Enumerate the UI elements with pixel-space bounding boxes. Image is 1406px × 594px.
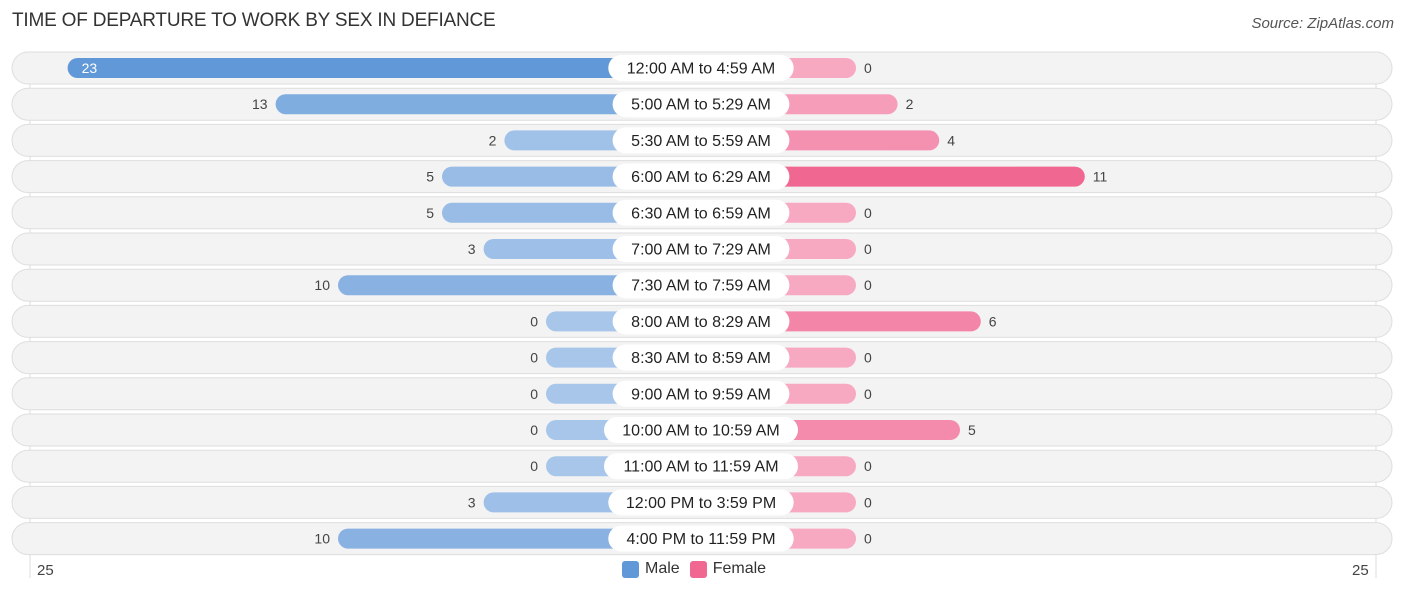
value-label-male: 13 <box>252 96 268 112</box>
row-4: 5 0 6:30 AM to 6:59 AM <box>11 196 1393 230</box>
row-10: 0 5 10:00 AM to 10:59 AM <box>11 413 1393 447</box>
value-label-female: 0 <box>864 494 872 510</box>
value-label-female: 0 <box>864 531 872 547</box>
value-label-male: 10 <box>314 277 330 293</box>
legend-item-female[interactable]: Female <box>689 560 767 578</box>
category-label: 7:00 AM to 7:29 AM <box>631 242 771 259</box>
value-label-female: 0 <box>864 277 872 293</box>
value-label-male: 0 <box>530 313 538 329</box>
value-label-female: 0 <box>864 60 872 76</box>
bar-male <box>67 58 702 78</box>
value-label-male: 0 <box>530 422 538 438</box>
legend: Male Female <box>622 560 776 578</box>
value-label-female: 0 <box>864 350 872 366</box>
category-label: 12:00 PM to 3:59 PM <box>626 495 776 512</box>
row-2: 2 4 5:30 AM to 5:59 AM <box>11 123 1393 157</box>
category-label: 11:00 AM to 11:59 AM <box>623 459 778 476</box>
row-5: 3 0 7:00 AM to 7:29 AM <box>11 232 1393 266</box>
category-label: 6:00 AM to 6:29 AM <box>631 169 771 186</box>
value-label-female: 0 <box>864 458 872 474</box>
category-label: 8:00 AM to 8:29 AM <box>631 314 771 331</box>
row-7: 0 6 8:00 AM to 8:29 AM <box>11 304 1393 338</box>
value-label-male: 0 <box>530 458 538 474</box>
row-9: 0 0 9:00 AM to 9:59 AM <box>11 377 1393 411</box>
category-label: 7:30 AM to 7:59 AM <box>631 278 771 295</box>
value-label-female: 4 <box>947 132 955 148</box>
value-label-female: 0 <box>864 205 872 221</box>
value-label-female: 6 <box>989 313 997 329</box>
legend-label-male: Male <box>645 560 680 577</box>
value-label-female: 0 <box>864 241 872 257</box>
category-label: 8:30 AM to 8:59 AM <box>631 350 771 367</box>
category-label: 12:00 AM to 4:59 AM <box>627 61 776 78</box>
row-11: 0 0 11:00 AM to 11:59 AM <box>11 449 1393 483</box>
category-label: 9:00 AM to 9:59 AM <box>631 386 771 403</box>
value-label-male: 3 <box>468 241 476 257</box>
row-8: 0 0 8:30 AM to 8:59 AM <box>11 341 1393 375</box>
category-label: 4:00 PM to 11:59 PM <box>626 531 775 548</box>
row-3: 5 11 6:00 AM to 6:29 AM <box>11 160 1393 194</box>
value-label-female: 2 <box>906 96 914 112</box>
value-label-male: 3 <box>468 494 476 510</box>
legend-label-female: Female <box>712 560 767 577</box>
category-label: 10:00 AM to 10:59 AM <box>622 423 779 440</box>
value-label-female: 11 <box>1093 169 1108 185</box>
value-label-male: 0 <box>530 386 538 402</box>
value-label-male: 5 <box>426 169 434 185</box>
row-12: 3 0 12:00 PM to 3:59 PM <box>11 485 1393 519</box>
value-label-female: 0 <box>864 386 872 402</box>
value-label-male: 5 <box>426 205 434 221</box>
value-label-male: 0 <box>530 350 538 366</box>
value-label-male: 23 <box>82 60 98 76</box>
legend-item-male[interactable]: Male <box>622 560 680 578</box>
axis-tick-left: 25 <box>37 562 54 579</box>
row-0: 23 0 12:00 AM to 4:59 AM <box>11 51 1393 85</box>
category-label: 6:30 AM to 6:59 AM <box>631 205 771 222</box>
value-label-male: 2 <box>489 132 497 148</box>
legend-swatch-male <box>622 560 639 578</box>
axis-tick-right: 25 <box>1352 562 1369 579</box>
value-label-male: 10 <box>314 531 330 547</box>
category-label: 5:30 AM to 5:59 AM <box>631 133 771 150</box>
chart-canvas: 23 012:00 AM to 4:59 AM13 25:00 AM to 5:29… <box>11 51 1393 578</box>
row-1: 13 2 5:00 AM to 5:29 AM <box>11 87 1393 121</box>
row-13: 10 0 4:00 PM to 11:59 PM <box>11 522 1393 556</box>
category-label: 5:00 AM to 5:29 AM <box>631 97 771 114</box>
legend-swatch-female <box>689 560 707 578</box>
value-label-female: 5 <box>968 422 976 438</box>
row-6: 10 0 7:30 AM to 7:59 AM <box>11 268 1393 302</box>
